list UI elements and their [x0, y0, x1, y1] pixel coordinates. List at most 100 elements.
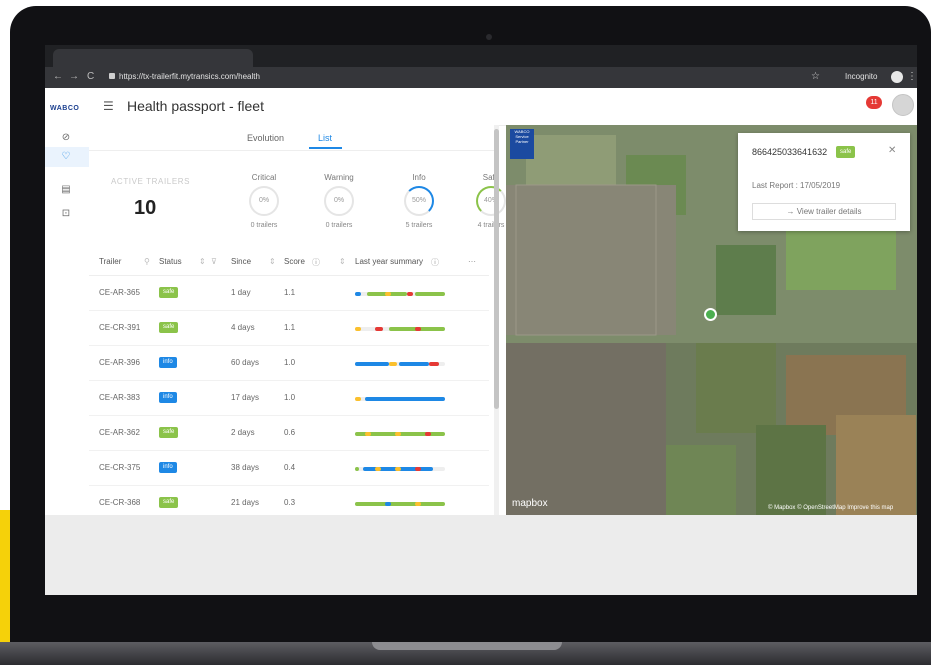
scrollbar-thumb[interactable] [494, 129, 499, 409]
score-cell: 0.3 [284, 498, 296, 507]
summary-segment [355, 397, 361, 401]
menu-collapse-icon[interactable]: ☰ [103, 99, 114, 113]
sort-icon[interactable]: ⇕ [339, 257, 346, 266]
summary-segment [385, 502, 391, 506]
since-cell: 21 days [231, 498, 260, 507]
trailer-cell: CE-CR-391 [99, 323, 141, 332]
summary-bar [355, 397, 445, 401]
tab-evolution[interactable]: Evolution [247, 133, 284, 143]
status-badge: safe [159, 322, 179, 333]
active-trailers-label: ACTIVE TRAILERS [111, 177, 191, 186]
notification-badge[interactable]: 11 [866, 96, 882, 109]
header-trailer[interactable]: Trailer [99, 257, 121, 266]
table-row[interactable]: CE-AR-396 60 days 1.0 info [89, 346, 489, 381]
status-badge: info [159, 392, 177, 403]
tab-underline [309, 147, 342, 149]
status-badge: info [159, 357, 177, 368]
score-cell: 0.6 [284, 428, 296, 437]
browser-toolbar: ← → C https://tx-trailerfit.mytransics.c… [45, 67, 917, 88]
tab-list[interactable]: List [318, 133, 332, 143]
summary-segment [425, 432, 431, 436]
health-heart-icon[interactable]: ♡ [60, 151, 72, 163]
trailer-popup: 866425033641632 safe ✕ Last Report : 17/… [738, 133, 910, 231]
since-cell: 60 days [231, 358, 260, 367]
summary-segment [355, 327, 361, 331]
summary-bar [355, 362, 445, 366]
active-trailers-count: 10 [134, 197, 157, 219]
grid-icon[interactable]: ⊡ [60, 208, 72, 220]
since-cell: 4 days [231, 323, 255, 332]
header-status[interactable]: Status [159, 257, 182, 266]
avatar[interactable] [892, 94, 914, 116]
view-trailer-details-button[interactable]: → View trailer details [752, 203, 896, 220]
compass-icon[interactable]: ⊘ [60, 132, 72, 144]
stat-count: 0 trailers [250, 222, 278, 229]
popup-trailer-id: 866425033641632 [752, 147, 828, 157]
filter-icon[interactable]: ⊽ [211, 257, 217, 266]
wabco-logo: WABCO [50, 105, 80, 112]
address-bar[interactable]: https://tx-trailerfit.mytransics.com/hea… [103, 70, 813, 85]
table-row[interactable]: CE-AR-383 17 days 1.0 info [89, 381, 489, 416]
trailer-cell: CE-AR-396 [99, 358, 140, 367]
table-header: Trailer ⚲ Status ⇕ ⊽ Since ⇕ Score ⓘ ⇕ L… [89, 249, 489, 276]
bookmark-star-icon[interactable]: ☆ [811, 71, 820, 82]
view-tabs: Evolution List [89, 125, 498, 151]
header-score[interactable]: Score [284, 257, 305, 266]
satellite-map[interactable]: WABCO Service Partner 866425033641632 sa… [506, 125, 917, 515]
trailer-cell: CE-AR-362 [99, 428, 140, 437]
info-icon: ⓘ [431, 258, 439, 267]
trailer-cell: CE-AR-365 [99, 288, 140, 297]
summary-bar [355, 502, 445, 506]
trailer-marker[interactable] [704, 308, 717, 321]
url-text: https://tx-trailerfit.mytransics.com/hea… [119, 72, 260, 81]
sort-icon[interactable]: ⇕ [269, 257, 276, 266]
trailer-cell: CE-CR-375 [99, 463, 141, 472]
header-since[interactable]: Since [231, 257, 251, 266]
laptop-notch [372, 642, 562, 650]
map-attribution[interactable]: © Mapbox © OpenStreetMap Improve this ma… [768, 505, 893, 511]
table-row[interactable]: CE-CR-391 4 days 1.1 safe [89, 311, 489, 346]
trailer-cell: CE-AR-383 [99, 393, 140, 402]
reload-button[interactable]: C [87, 71, 94, 83]
since-cell: 17 days [231, 393, 260, 402]
trailer-table: Trailer ⚲ Status ⇕ ⊽ Since ⇕ Score ⓘ ⇕ L… [89, 249, 489, 521]
mapbox-logo[interactable]: mapbox [512, 498, 548, 509]
summary-segment [415, 292, 445, 296]
summary-bar [355, 467, 445, 471]
summary-segment [429, 362, 439, 366]
browser-tab[interactable] [53, 49, 253, 67]
stat-ring: 0% [324, 186, 354, 216]
close-icon[interactable]: ✕ [888, 145, 896, 156]
service-partner-logo: WABCO Service Partner [510, 129, 534, 159]
lock-icon [109, 73, 115, 79]
back-button[interactable]: ← [53, 71, 63, 83]
summary-segment [399, 362, 429, 366]
summary-bar [355, 327, 445, 331]
header-summary[interactable]: Last year summary [355, 257, 423, 266]
summary-segment [355, 502, 445, 506]
stat-ring: 50% [404, 186, 434, 216]
stat-label: Critical [251, 173, 277, 182]
since-cell: 38 days [231, 463, 260, 472]
report-icon[interactable]: ▤ [60, 184, 72, 196]
camera-icon [486, 34, 492, 40]
summary-segment [395, 467, 401, 471]
stat-ring: 40% [476, 186, 506, 216]
trailer-cell: CE-CR-368 [99, 498, 141, 507]
browser-menu-icon[interactable]: ⋮ [907, 71, 917, 82]
table-row[interactable]: CE-AR-365 1 day 1.1 safe [89, 276, 489, 311]
table-row[interactable]: CE-AR-362 2 days 0.6 safe [89, 416, 489, 451]
sort-icon[interactable]: ⇕ [199, 257, 206, 266]
page-title: Health passport - fleet [127, 98, 264, 114]
forward-button[interactable]: → [69, 71, 79, 83]
score-cell: 1.1 [284, 288, 296, 297]
summary-segment [407, 292, 413, 296]
since-cell: 1 day [231, 288, 251, 297]
table-row[interactable]: CE-CR-375 38 days 0.4 info [89, 451, 489, 486]
score-cell: 1.0 [284, 393, 296, 402]
summary-segment [365, 397, 445, 401]
score-cell: 1.1 [284, 323, 296, 332]
incognito-icon[interactable] [891, 71, 903, 83]
more-options-icon[interactable]: ⋯ [468, 257, 476, 266]
search-icon[interactable]: ⚲ [144, 257, 150, 266]
